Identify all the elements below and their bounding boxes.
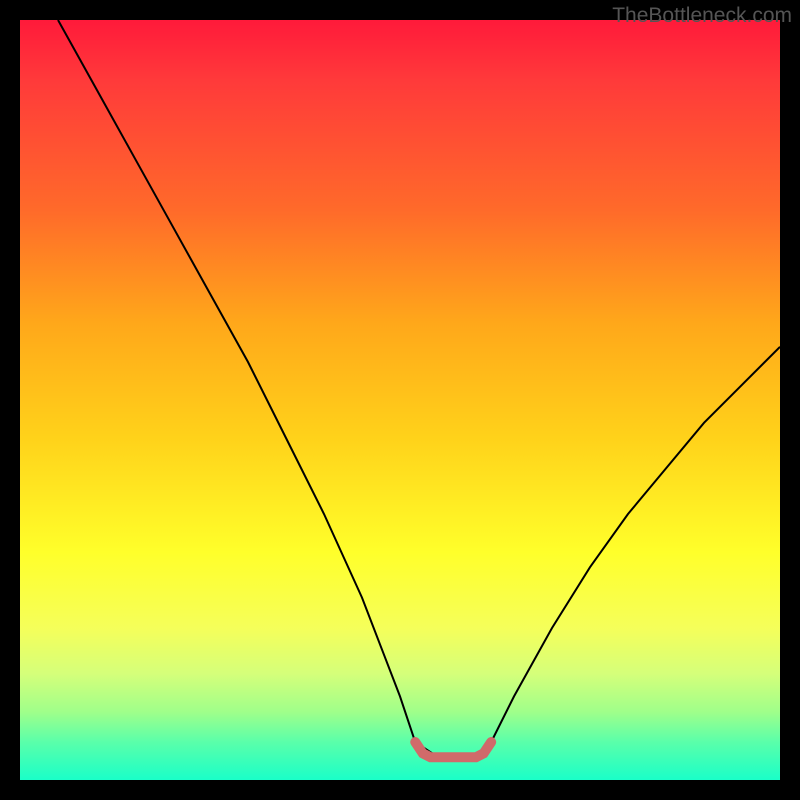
curve-svg — [20, 20, 780, 780]
plot-area — [20, 20, 780, 780]
chart-container: TheBottleneck.com — [0, 0, 800, 800]
bottleneck-curve — [58, 20, 780, 757]
watermark-text: TheBottleneck.com — [612, 4, 792, 28]
